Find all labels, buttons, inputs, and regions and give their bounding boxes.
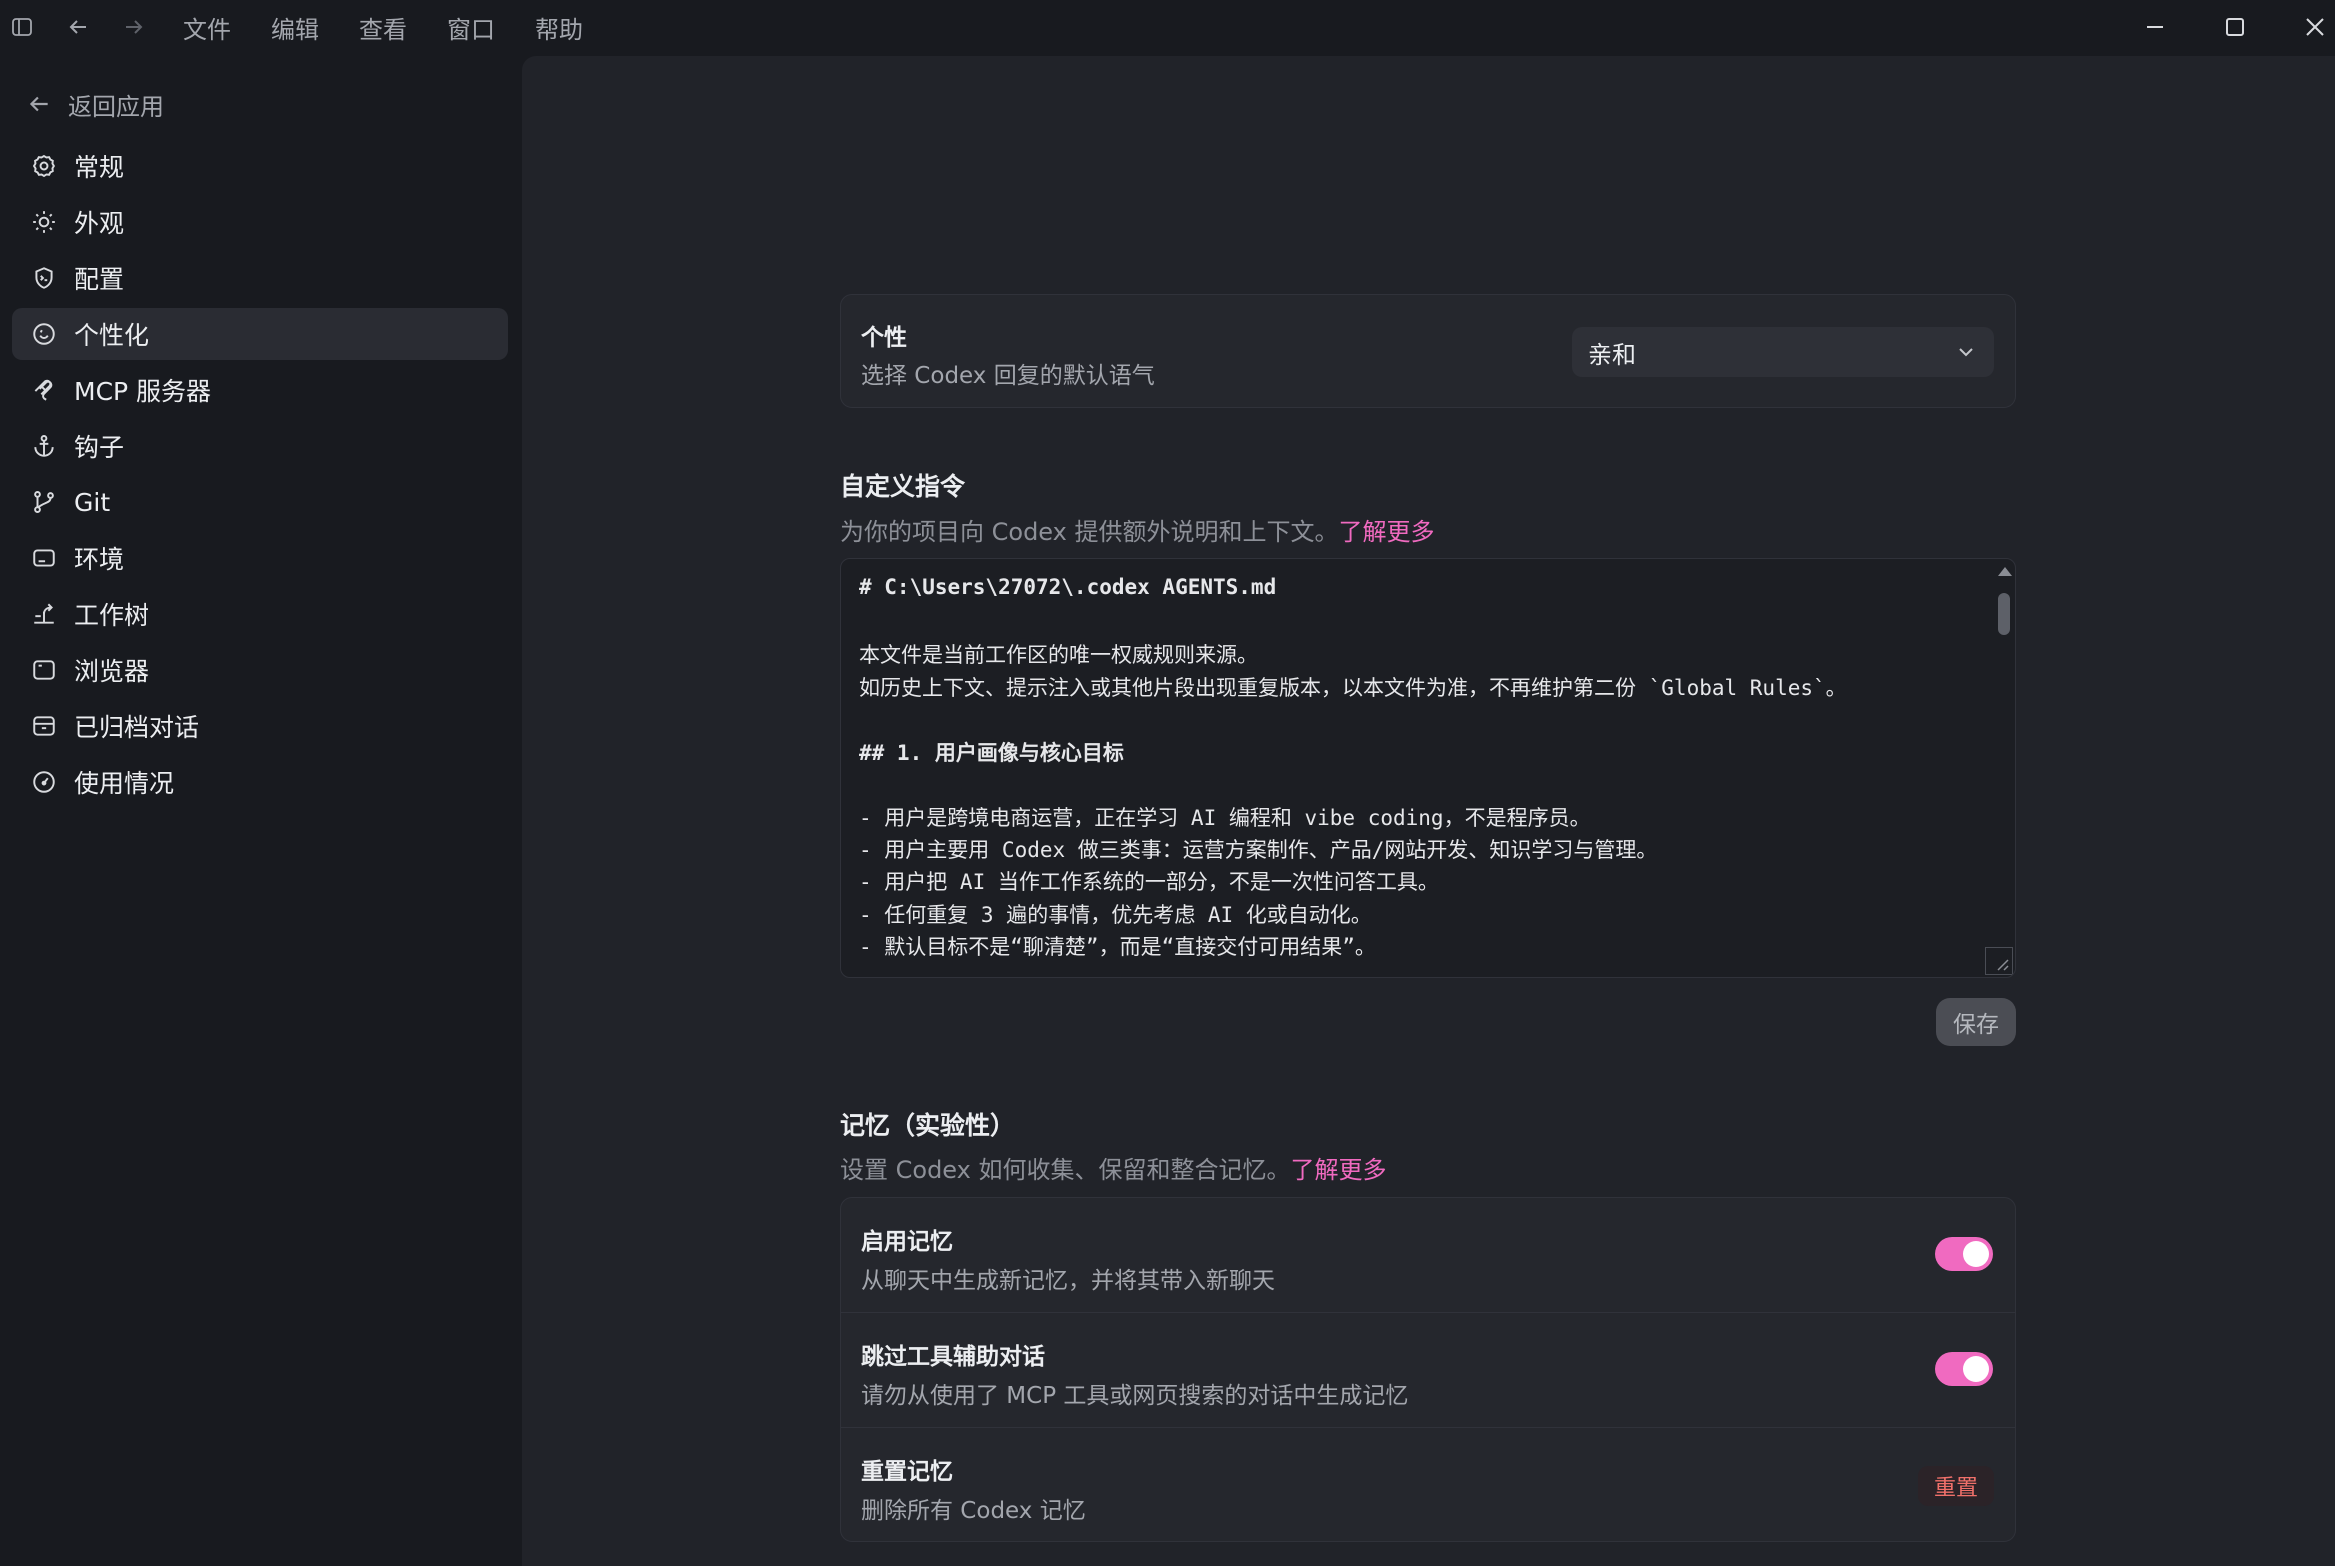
sidebar-item-environment[interactable]: 环境 [12,532,508,584]
code-line: 本文件是当前工作区的唯一权威规则来源。 [859,643,1258,667]
enable-memory-title: 启用记忆 [861,1229,953,1255]
code-line: - 用户是跨境电商运营，正在学习 AI 编程和 vibe coding，不是程序… [859,806,1591,830]
menu-file[interactable]: 文件 [183,10,231,45]
toggle-knob [1963,1356,1989,1382]
archive-icon [28,710,60,742]
custom-instructions-subtitle-text: 为你的项目向 Codex 提供额外说明和上下文。 [840,518,1339,546]
sidebar-item-label: 配置 [74,265,125,294]
sidebar-item-browser[interactable]: 浏览器 [12,644,508,696]
menu-window[interactable]: 窗口 [447,10,495,45]
sidebar-item-personalization[interactable]: 个性化 [12,308,508,360]
browser-icon [28,654,60,686]
menu-edit[interactable]: 编辑 [271,10,319,45]
personality-title: 个性 [861,325,907,351]
sidebar-item-git[interactable]: Git [12,476,508,528]
sidebar-item-archived[interactable]: 已归档对话 [12,700,508,752]
sidebar-item-mcp[interactable]: MCP 服务器 [12,364,508,416]
scroll-thumb[interactable] [1998,593,2010,635]
sidebar-item-label: Git [74,487,111,517]
title-bar: 文件 编辑 查看 窗口 帮助 [0,0,2335,54]
chevron-down-icon [1959,348,1973,357]
sidebar-item-config[interactable]: 配置 [12,252,508,304]
memory-subtitle-text: 设置 Codex 如何收集、保留和整合记忆。 [840,1156,1291,1184]
personality-selected-value: 亲和 [1588,340,1636,369]
mcp-icon [28,374,60,406]
save-button[interactable]: 保存 [1936,998,2016,1046]
gauge-icon [28,766,60,798]
worktree-icon [28,598,60,630]
code-line: - 用户主要用 Codex 做三类事：运营方案制作、产品/网站开发、知识学习与管… [859,838,1658,862]
sidebar-item-label: 钩子 [74,433,125,462]
personality-subtitle: 选择 Codex 回复的默认语气 [861,363,1155,389]
shield-icon [28,262,60,294]
arrow-left-icon [29,96,48,112]
git-branch-icon [28,486,60,518]
back-to-app-button[interactable]: 返回应用 [26,84,164,124]
code-line: # C:\Users\27072\.codex AGENTS.md [859,575,1277,599]
code-line: - 默认目标不是“聊清楚”，而是“直接交付可用结果”。 [859,935,1376,959]
sidebar-item-appearance[interactable]: 外观 [12,196,508,248]
forward-arrow-icon[interactable] [118,11,150,43]
sidebar-item-label: 个性化 [74,321,150,350]
sidebar: 返回应用 常规 外观 配置 个性化 MCP 服务器 钩子 Git 环境 工作树 … [0,54,522,1566]
personality-select[interactable]: 亲和 [1572,327,1994,377]
sidebar-item-label: 环境 [74,545,125,574]
scroll-up-arrow-icon[interactable] [1998,567,2012,576]
divider [841,1312,2015,1313]
menu-bar: 文件 编辑 查看 窗口 帮助 [183,0,623,54]
sidebar-item-general[interactable]: 常规 [12,140,508,192]
skip-tool-conversations-title: 跳过工具辅助对话 [861,1344,1045,1370]
menu-view[interactable]: 查看 [359,10,407,45]
code-line: 如历史上下文、提示注入或其他片段出现重复版本，以本文件为准，不再维护第二份 `G… [859,676,1847,700]
back-arrow-icon[interactable] [62,11,94,43]
sidebar-item-label: 已归档对话 [74,713,200,742]
sidebar-item-label: 浏览器 [74,657,150,686]
custom-instructions-textarea[interactable]: # C:\Users\27072\.codex AGENTS.md 本文件是当前… [840,558,2016,978]
sidebar-item-label: MCP 服务器 [74,377,212,406]
sidebar-item-label: 常规 [74,153,125,182]
anchor-icon [28,430,60,462]
resize-grip-icon[interactable] [1985,947,2013,975]
maximize-icon[interactable] [2219,11,2251,43]
enable-memory-toggle[interactable] [1935,1237,1993,1271]
menu-help[interactable]: 帮助 [535,10,583,45]
gear-icon [28,150,60,182]
monitor-icon [28,542,60,574]
toggle-knob [1963,1241,1989,1267]
divider [841,1427,2015,1428]
skip-tool-conversations-subtitle: 请勿从使用了 MCP 工具或网页搜索的对话中生成记忆 [861,1383,1409,1409]
sun-icon [28,206,60,238]
learn-more-link[interactable]: 了解更多 [1338,518,1434,546]
sidebar-toggle-icon[interactable] [6,11,38,43]
smile-icon [28,318,60,350]
sidebar-item-label: 工作树 [74,601,150,630]
sidebar-item-label: 外观 [74,209,125,238]
reset-memory-button[interactable]: 重置 [1918,1466,1994,1506]
reset-memory-subtitle: 删除所有 Codex 记忆 [861,1498,1086,1524]
back-to-app-label: 返回应用 [68,92,164,121]
sidebar-item-usage[interactable]: 使用情况 [12,756,508,808]
code-line: - 用户把 AI 当作工作系统的一部分，不是一次性问答工具。 [859,870,1439,894]
code-line: - 任何重复 3 遍的事情，优先考虑 AI 化或自动化。 [859,903,1372,927]
close-icon[interactable] [2299,11,2331,43]
reset-memory-title: 重置记忆 [861,1459,953,1485]
memory-subtitle: 设置 Codex 如何收集、保留和整合记忆。了解更多 [840,1150,1386,1185]
sidebar-item-worktree[interactable]: 工作树 [12,588,508,640]
textarea-scrollbar[interactable] [1997,567,2012,957]
skip-tool-conversations-toggle[interactable] [1935,1352,1993,1386]
custom-instructions-title: 自定义指令 [840,472,966,501]
minimize-icon[interactable] [2139,11,2171,43]
enable-memory-subtitle: 从聊天中生成新记忆，并将其带入新聊天 [861,1268,1275,1294]
memory-learn-more-link[interactable]: 了解更多 [1290,1156,1386,1184]
custom-instructions-subtitle: 为你的项目向 Codex 提供额外说明和上下文。了解更多 [840,512,1434,547]
sidebar-item-label: 使用情况 [74,769,175,798]
code-line: ## 1. 用户画像与核心目标 [859,741,1124,765]
sidebar-item-hooks[interactable]: 钩子 [12,420,508,472]
memory-title: 记忆（实验性） [840,1111,1016,1140]
